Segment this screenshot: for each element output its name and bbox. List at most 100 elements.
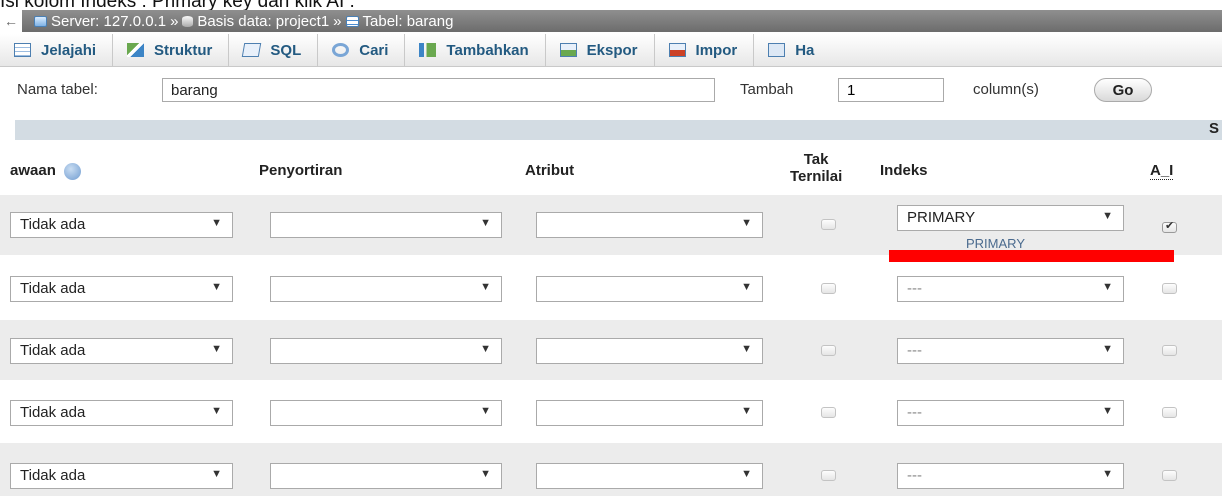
attribute-select[interactable]: ▼ (536, 463, 763, 489)
index-primary-hint: PRIMARY (966, 236, 1025, 251)
chevron-down-icon: ▼ (480, 405, 491, 417)
chevron-down-icon: ▼ (211, 468, 222, 480)
add-columns-label: Tambah (740, 81, 794, 98)
chevron-down-icon: ▼ (1102, 210, 1113, 222)
select-value: PRIMARY (907, 209, 976, 226)
database-icon (182, 15, 194, 27)
collation-select[interactable]: ▼ (270, 276, 502, 302)
breadcrumb-server[interactable]: Server: 127.0.0.1 (34, 13, 166, 30)
chevron-down-icon: ▼ (1102, 468, 1113, 480)
null-checkbox[interactable] (821, 283, 836, 294)
null-checkbox[interactable] (821, 470, 836, 481)
null-checkbox[interactable] (821, 407, 836, 418)
tab-bar: Jelajahi Struktur SQL Cari Tambahkan Eks… (0, 34, 1222, 67)
breadcrumb-database[interactable]: Basis data: project1 (182, 13, 329, 30)
default-select[interactable]: Tidak ada ▼ (10, 400, 233, 426)
highlight-underline (889, 250, 1174, 262)
chevron-down-icon: ▼ (741, 343, 752, 355)
collation-select[interactable]: ▼ (270, 463, 502, 489)
tab-browse[interactable]: Jelajahi (0, 34, 114, 66)
chevron-down-icon: ▼ (211, 343, 222, 355)
tab-label: SQL (270, 41, 302, 59)
breadcrumb-separator: » (170, 12, 179, 30)
insert-icon (419, 43, 437, 57)
ai-checkbox[interactable] (1162, 219, 1177, 233)
attribute-select[interactable]: ▼ (536, 276, 763, 302)
select-value: --- (907, 280, 922, 297)
more-icon (768, 43, 786, 57)
breadcrumb-table[interactable]: Tabel: barang (345, 12, 454, 30)
tab-insert[interactable]: Tambahkan (405, 34, 546, 66)
default-select[interactable]: Tidak ada ▼ (10, 212, 233, 238)
ai-checkbox[interactable] (1162, 345, 1177, 356)
select-value: Tidak ada (20, 404, 86, 421)
default-select[interactable]: Tidak ada ▼ (10, 338, 233, 364)
index-select[interactable]: --- ▼ (897, 276, 1124, 302)
sql-icon (242, 43, 262, 57)
header-band: S (15, 120, 1222, 140)
breadcrumb-server-label: Server: 127.0.0.1 (51, 12, 167, 30)
breadcrumb-table-label: Tabel: barang (362, 12, 454, 30)
header-default-label: awaan (10, 162, 56, 179)
back-arrow-icon[interactable]: ← (0, 10, 22, 32)
index-select[interactable]: --- ▼ (897, 463, 1124, 489)
chevron-down-icon: ▼ (211, 281, 222, 293)
export-icon (559, 43, 577, 57)
ai-checkbox[interactable] (1162, 283, 1177, 294)
attribute-select[interactable]: ▼ (536, 212, 763, 238)
collation-select[interactable]: ▼ (270, 338, 502, 364)
index-select[interactable]: --- ▼ (897, 338, 1124, 364)
column-header-null: Tak Ternilai (790, 151, 842, 185)
tab-search[interactable]: Cari (318, 34, 406, 66)
header-null-line1: Tak (803, 151, 829, 168)
tab-sql[interactable]: SQL (229, 34, 319, 66)
tab-label: Ekspor (586, 41, 638, 59)
chevron-down-icon: ▼ (480, 217, 491, 229)
tab-import[interactable]: Impor (655, 34, 755, 66)
ai-checkbox[interactable] (1162, 407, 1177, 418)
breadcrumb-database-label: Basis data: project1 (197, 12, 330, 30)
tab-label: Impor (695, 41, 738, 59)
chevron-down-icon: ▼ (741, 217, 752, 229)
index-select[interactable]: PRIMARY ▼ (897, 205, 1124, 231)
select-value: --- (907, 342, 922, 359)
attribute-select[interactable]: ▼ (536, 400, 763, 426)
browse-icon (14, 43, 31, 57)
select-value: Tidak ada (20, 280, 86, 297)
column-header-attributes: Atribut (525, 162, 575, 179)
go-button[interactable]: Go (1094, 78, 1152, 102)
header-band-letter: S (1208, 120, 1219, 137)
tab-label: Cari (359, 41, 389, 59)
server-icon (34, 15, 47, 27)
column-header-collation: Penyortiran (259, 162, 343, 179)
select-value: Tidak ada (20, 342, 86, 359)
chevron-down-icon: ▼ (480, 468, 491, 480)
select-value: Tidak ada (20, 467, 86, 484)
tab-structure[interactable]: Struktur (113, 34, 230, 66)
help-icon[interactable] (63, 162, 81, 180)
default-select[interactable]: Tidak ada ▼ (10, 276, 233, 302)
chevron-down-icon: ▼ (741, 468, 752, 480)
default-select[interactable]: Tidak ada ▼ (10, 463, 233, 489)
chevron-down-icon: ▼ (1102, 405, 1113, 417)
table-name-label: Nama tabel: (17, 81, 98, 98)
ai-checkbox[interactable] (1162, 470, 1177, 481)
attribute-select[interactable]: ▼ (536, 338, 763, 364)
table-name-input[interactable] (162, 78, 715, 102)
collation-select[interactable]: ▼ (270, 400, 502, 426)
add-columns-input[interactable] (838, 78, 944, 102)
select-value: --- (907, 467, 922, 484)
index-select[interactable]: --- ▼ (897, 400, 1124, 426)
tab-export[interactable]: Ekspor (546, 34, 655, 66)
chevron-down-icon: ▼ (741, 405, 752, 417)
null-checkbox[interactable] (821, 345, 836, 356)
table-name-row: Nama tabel: Tambah column(s) Go (0, 70, 1222, 110)
tab-more[interactable]: Ha (754, 34, 830, 66)
collation-select[interactable]: ▼ (270, 212, 502, 238)
breadcrumb: ← Server: 127.0.0.1 » Basis data: projec… (0, 10, 1222, 32)
chevron-down-icon: ▼ (211, 217, 222, 229)
null-checkbox[interactable] (821, 219, 836, 230)
import-icon (668, 43, 686, 57)
select-value: --- (907, 404, 922, 421)
chevron-down-icon: ▼ (480, 281, 491, 293)
